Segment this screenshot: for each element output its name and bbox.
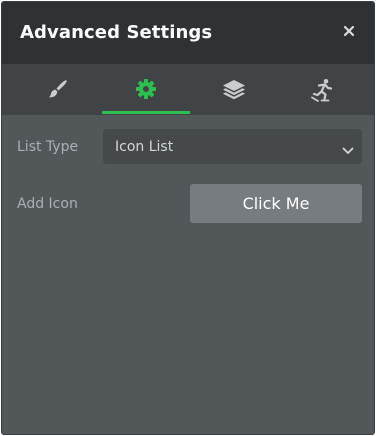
- settings-tabs: [2, 64, 374, 115]
- list-type-label: List Type: [17, 139, 79, 155]
- panel-header: Advanced Settings: [2, 2, 374, 64]
- tab-advanced[interactable]: [102, 64, 190, 115]
- list-type-value: Icon List: [115, 139, 174, 155]
- advanced-settings-panel: Advanced Settings List Type Icon List Ad…: [1, 1, 375, 435]
- tab-motion[interactable]: [278, 64, 366, 115]
- tab-style[interactable]: [14, 64, 102, 115]
- panel-title: Advanced Settings: [20, 22, 213, 43]
- close-icon[interactable]: [341, 23, 357, 39]
- tab-layers[interactable]: [190, 64, 278, 115]
- add-icon-button[interactable]: Click Me: [190, 184, 362, 223]
- active-tab-indicator: [102, 111, 190, 114]
- list-type-select[interactable]: Icon List: [103, 129, 362, 164]
- add-icon-label: Add Icon: [17, 196, 78, 212]
- chevron-down-icon: [342, 141, 354, 160]
